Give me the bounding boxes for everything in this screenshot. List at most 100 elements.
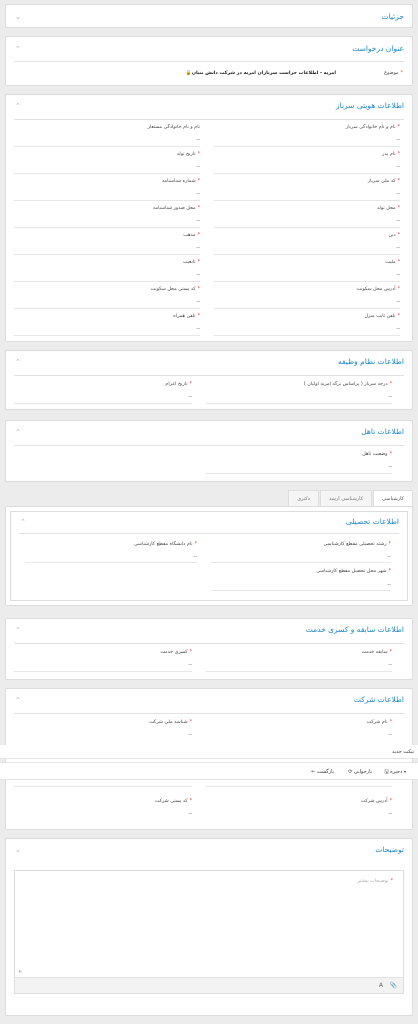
attach-icon[interactable]: 📎: [390, 982, 397, 989]
identity-left-label: شماره شناسنامه *: [161, 179, 200, 184]
resize-icon: ◣: [19, 968, 23, 973]
company-national-id-value: --: [188, 732, 192, 738]
company-card: اطلاعات شرکت ⌃ نام شرکت * -- شناسه ملی شر…: [5, 688, 413, 830]
identity-right-label: نام و نام خانوادگی سرباز *: [345, 125, 400, 130]
identity-left-label: تاریخ تولد *: [176, 152, 200, 157]
identity-left-label: تابعیت *: [182, 260, 200, 265]
identity-field-value: --: [196, 245, 200, 251]
identity-right-label: ملیت *: [385, 260, 400, 265]
identity-title: اطلاعات هویتی سرباز: [336, 101, 404, 110]
notes-title: توضیحات: [375, 845, 404, 854]
company-address-value: --: [388, 811, 392, 817]
identity-field-value: --: [396, 164, 400, 170]
chevron-down-icon: ▾: [403, 769, 406, 774]
deficit-value: --: [188, 662, 192, 668]
uni-value: --: [193, 554, 197, 560]
identity-left-label: نام و نام خانوادگی مستعار: [147, 125, 200, 130]
identity-right-label: تلفن ثابت منزل *: [364, 314, 400, 319]
chevron-up-icon[interactable]: ⌃: [15, 358, 21, 366]
education-title: اطلاعات تحصیلی: [345, 517, 399, 526]
service-card: اطلاعات سابقه و کسری خدمت ⌃ سابقه خدمت * …: [5, 618, 413, 680]
ticket-toolbar: 🖫 ذخیره ▾ ⟳ بازخوانی ← بازگشت: [0, 762, 418, 780]
identity-right-label: محل تولد *: [376, 206, 400, 211]
notes-placeholder: توضیحات بیشتر *: [357, 879, 394, 884]
duty-title: اطلاعات نظام وظیفه: [338, 357, 404, 366]
company-address-label: آدرس شرکت *: [360, 799, 392, 804]
identity-field-value: --: [396, 137, 400, 143]
service-title: اطلاعات سابقه و کسری خدمت: [305, 625, 404, 634]
ticket-title: تیکت جدید: [392, 749, 414, 755]
chevron-up-icon[interactable]: ⌃: [15, 102, 21, 110]
subject-value: 🔒امریه - اطلاعات حراست سربازان امریه در …: [185, 71, 336, 76]
education-tabs: کارشناسی کارشناسی ارشد دکتری: [287, 490, 413, 506]
arrow-left-icon: ←: [311, 769, 316, 775]
deficit-label: کسری خدمت *: [160, 650, 192, 655]
identity-right-label: کد ملی سرباز *: [367, 179, 400, 184]
identity-right-label: دین *: [388, 233, 400, 238]
field-value: --: [387, 554, 391, 560]
identity-field-value: --: [196, 164, 200, 170]
marital-title: اطلاعات تاهل: [361, 427, 404, 436]
chevron-up-icon[interactable]: ⌃: [15, 696, 21, 704]
notes-textarea[interactable]: توضیحات بیشتر * ◣ 📎 A: [14, 870, 404, 994]
rank-value: --: [388, 394, 392, 400]
date-label: تاریخ اعزام *: [165, 382, 192, 387]
font-icon[interactable]: A: [379, 982, 383, 989]
identity-right-label: آدرس محل سکونت *: [356, 287, 400, 292]
company-postal-value: --: [188, 811, 192, 817]
company-national-id-label: شناسه ملی شرکت *: [149, 720, 192, 725]
record-value: --: [388, 662, 392, 668]
company-name-label: نام شرکت *: [366, 720, 392, 725]
tab-master[interactable]: کارشناسی ارشد: [319, 490, 373, 506]
tab-phd[interactable]: دکتری: [288, 490, 319, 506]
marital-status-label: وضعیت تاهل *: [362, 452, 392, 457]
rank-label: درجه سرباز ( براساس برگه امریه اولیان ) *: [303, 382, 392, 387]
uni-label: نام دانشگاه مقطع کارشناسی *: [134, 542, 197, 547]
save-button[interactable]: 🖫 ذخیره ▾: [384, 769, 406, 777]
back-button[interactable]: ← بازگشت: [311, 769, 334, 775]
identity-field-value: --: [396, 272, 400, 278]
marital-card: اطلاعات تاهل ⌃ وضعیت تاهل * --: [5, 420, 413, 482]
subject-label: موضوع *: [384, 71, 403, 76]
identity-field-value: --: [196, 299, 200, 305]
city-value: --: [387, 582, 391, 588]
request-card: عنوان درخواست ⌃ موضوع * 🔒امریه - اطلاعات …: [5, 36, 413, 86]
tab-bachelor[interactable]: کارشناسی: [373, 490, 413, 506]
identity-field-value: --: [396, 218, 400, 224]
identity-left-label: تلفن همراه *: [173, 314, 200, 319]
chevron-up-icon[interactable]: ⌃: [15, 626, 21, 634]
company-name-value: --: [388, 732, 392, 738]
identity-field-value: --: [196, 326, 200, 332]
chevron-up-icon[interactable]: ⌃: [15, 428, 21, 436]
duty-card: اطلاعات نظام وظیفه ⌃ درجه سرباز ( براساس…: [5, 350, 413, 410]
chevron-up-icon[interactable]: ⌃: [15, 45, 21, 53]
marital-status-value: --: [388, 464, 392, 470]
identity-field-value: --: [396, 191, 400, 197]
identity-field-value: --: [196, 191, 200, 197]
chevron-down-icon[interactable]: ⌄: [15, 846, 21, 854]
education-card: اطلاعات تحصیلی ⌃ رشته تحصیلی مقطع کارشنا…: [10, 511, 408, 601]
details-title: جزئیات: [381, 12, 404, 21]
chevron-down-icon[interactable]: ⌄: [15, 13, 21, 21]
identity-field-value: --: [196, 137, 200, 143]
identity-field-value: --: [396, 245, 400, 251]
city-label: شهر محل تحصیل مقطع کارشناسی *: [316, 569, 391, 574]
notes-toolbar: 📎 A: [15, 977, 403, 993]
request-title: عنوان درخواست: [352, 44, 404, 53]
identity-field-value: --: [196, 218, 200, 224]
identity-field-value: --: [396, 299, 400, 305]
identity-left-label: مذهب *: [183, 233, 200, 238]
chevron-up-icon[interactable]: ⌃: [20, 518, 26, 526]
identity-field-value: --: [196, 272, 200, 278]
company-title: اطلاعات شرکت: [353, 695, 404, 704]
refresh-button[interactable]: ⟳ بازخوانی: [348, 769, 372, 775]
record-label: سابقه خدمت *: [361, 650, 392, 655]
company-postal-label: کد پستی شرکت *: [155, 799, 192, 804]
ticket-header: تیکت جدید: [0, 745, 418, 759]
identity-field-value: --: [396, 326, 400, 332]
details-card: جزئیات ⌄: [5, 4, 413, 28]
refresh-icon: ⟳: [348, 769, 353, 775]
identity-left-label: کد پستی محل سکونت *: [150, 287, 200, 292]
identity-left-label: محل صدور شناسنامه *: [153, 206, 200, 211]
date-value: --: [188, 394, 192, 400]
